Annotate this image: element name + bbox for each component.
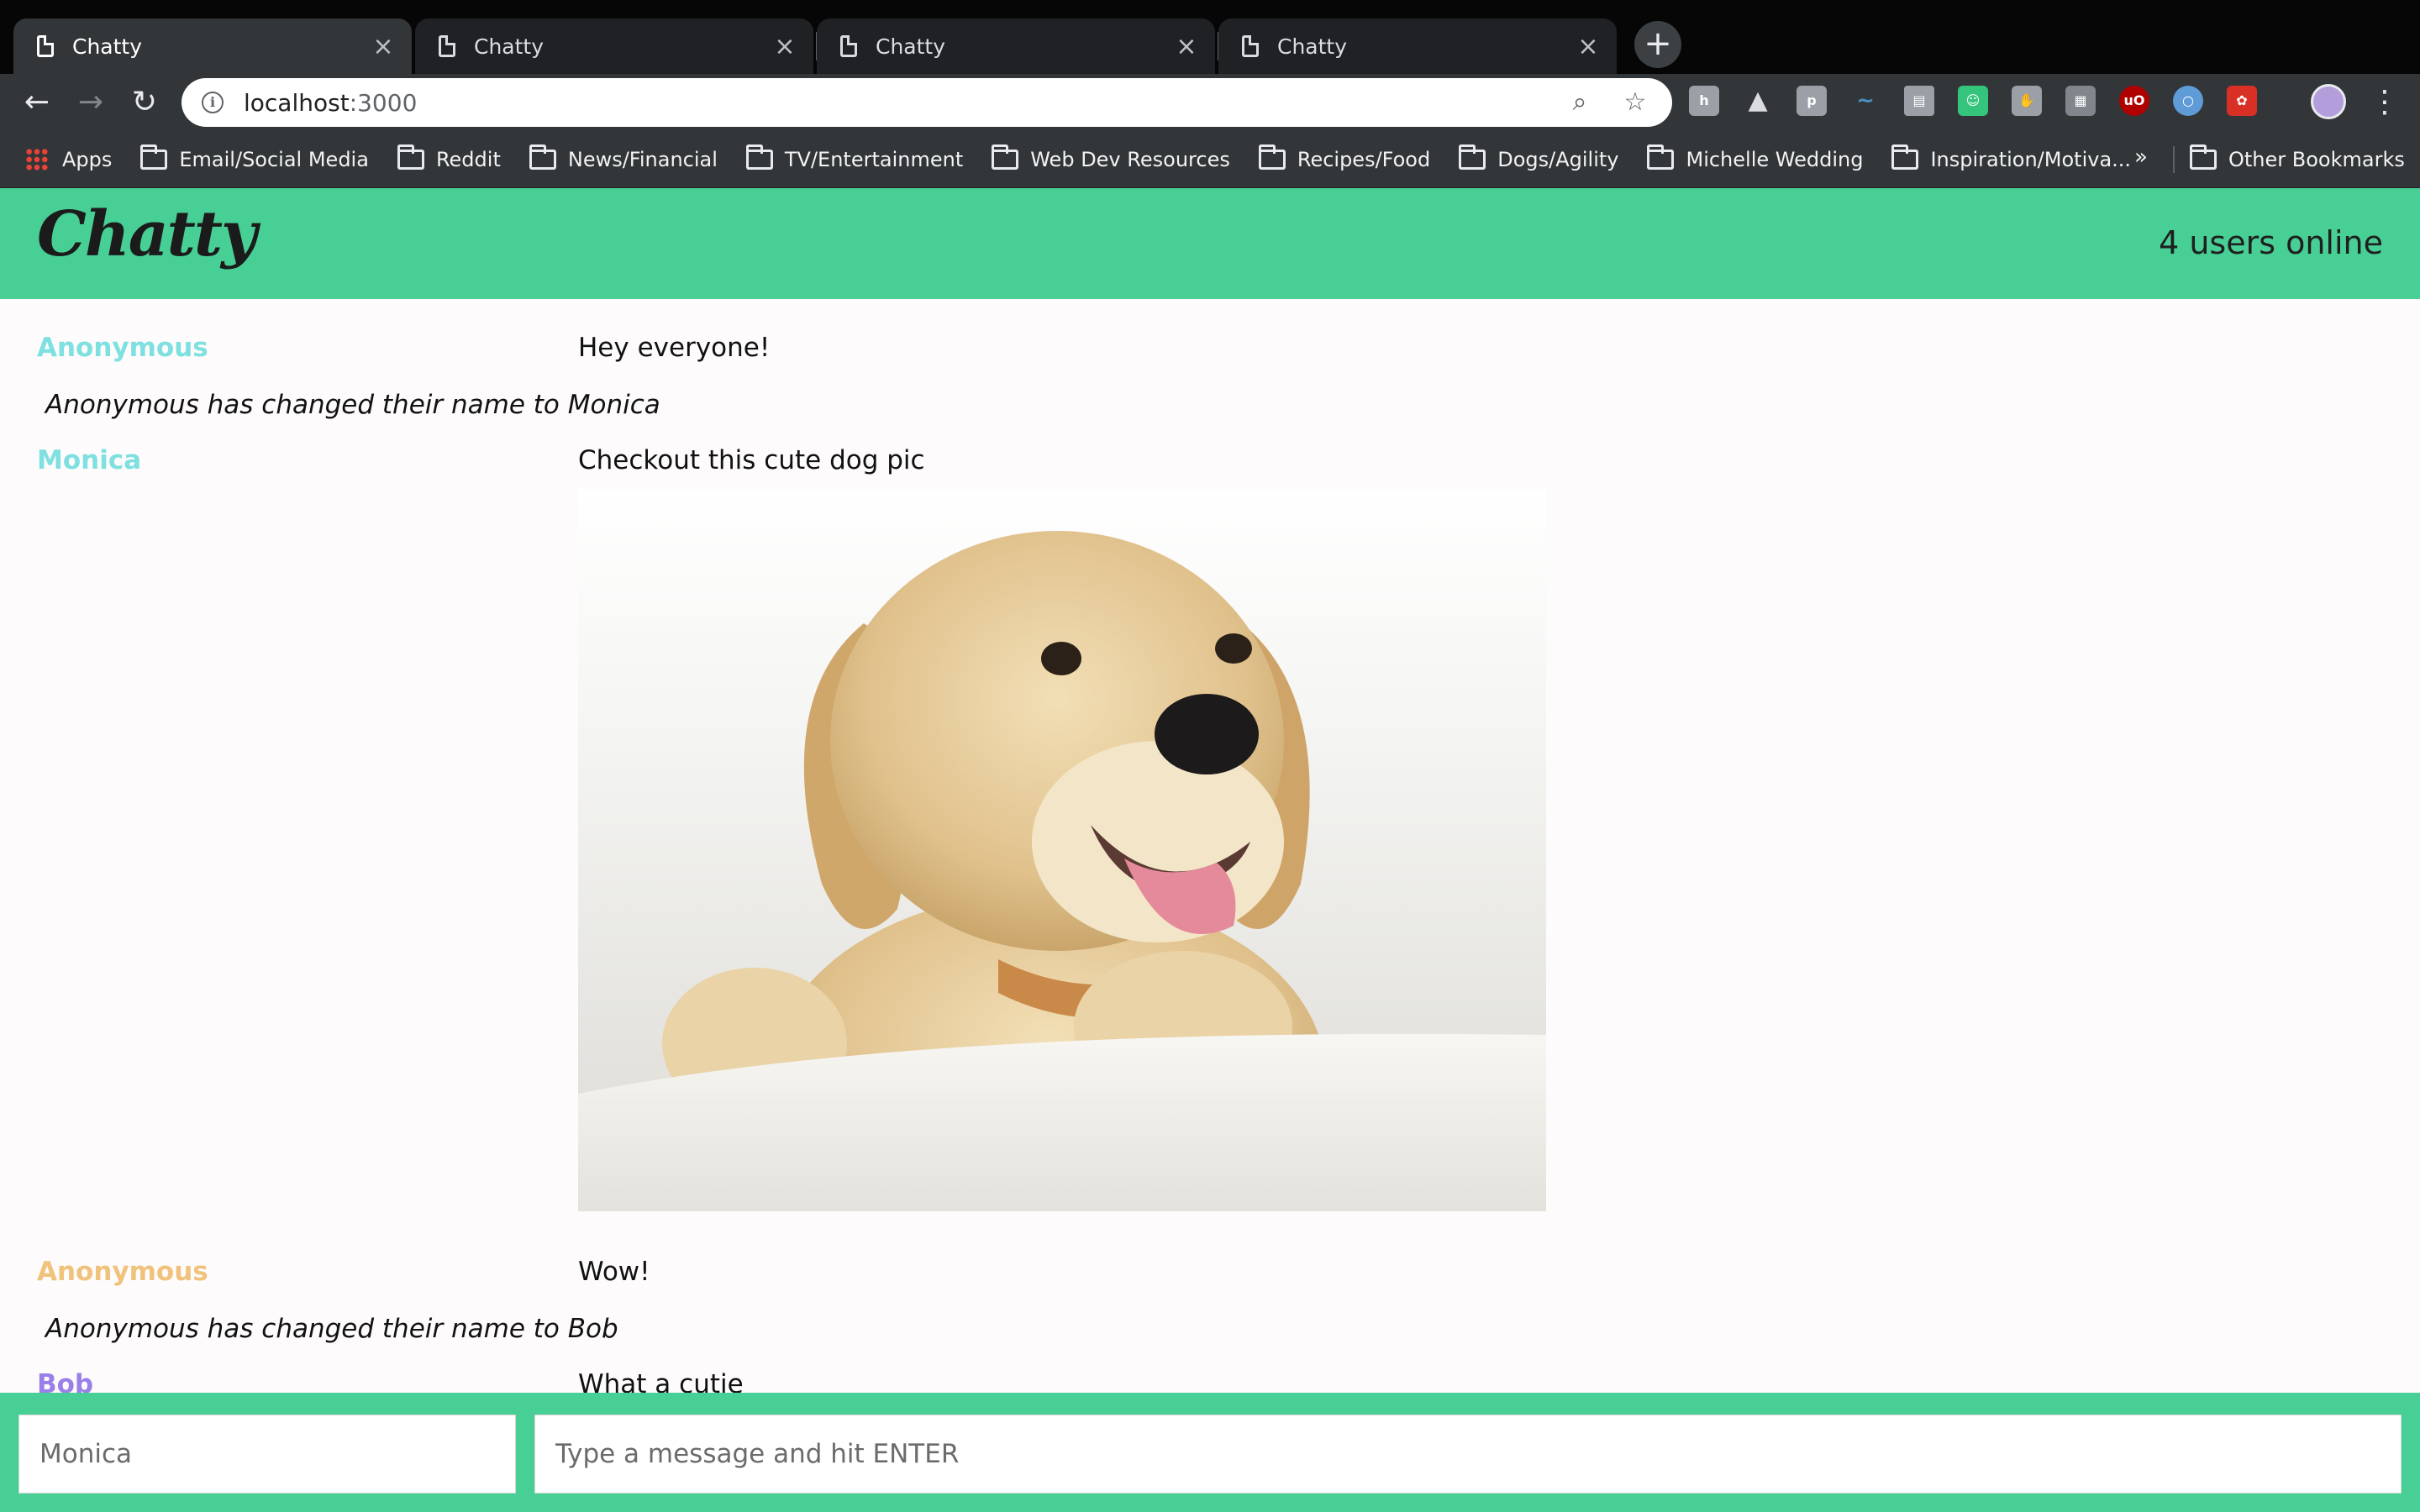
ublock-icon[interactable]: uO	[2119, 86, 2149, 116]
dog-photo-image	[578, 489, 1546, 1211]
page-icon	[1242, 35, 1259, 57]
bookmark-label: News/Financial	[567, 147, 718, 171]
tab-title: Chatty	[474, 34, 544, 59]
bookmark-folder[interactable]: Web Dev Resources	[992, 144, 1230, 171]
bookmark-apps[interactable]: Apps	[25, 147, 113, 171]
extension-hand-icon[interactable]: ✋	[2012, 86, 2042, 116]
bookmark-folder[interactable]: Dogs/Agility	[1459, 144, 1619, 171]
system-notification: Anonymous has changed their name to Bob	[45, 1314, 618, 1344]
close-tab-icon[interactable]: ×	[1571, 32, 1605, 61]
arrow-right-icon[interactable]: →	[69, 81, 113, 124]
extension-gray-icon[interactable]: ▦	[2065, 86, 2096, 116]
page-icon	[439, 35, 455, 57]
url-host: localhost	[244, 88, 350, 117]
more-bookmarks-chevron-icon[interactable]: »	[2134, 144, 2148, 170]
bookmark-folder[interactable]: Recipes/Food	[1258, 144, 1431, 171]
bookmark-folder[interactable]: TV/Entertainment	[745, 144, 964, 171]
extension-pdf-icon[interactable]: p	[1797, 86, 1827, 116]
bookmark-label: Recipes/Food	[1297, 147, 1431, 171]
folder-icon	[1258, 144, 1286, 170]
zoom-icon[interactable]: ⌕	[1563, 85, 1597, 120]
message-content: What a cutie	[578, 1369, 744, 1393]
arrow-left-icon[interactable]: ←	[15, 81, 59, 124]
bookmark-label: TV/Entertainment	[784, 147, 964, 171]
bookmark-other-folder[interactable]: Other Bookmarks	[2190, 131, 2405, 188]
bookmark-folder[interactable]: Email/Social Media	[140, 144, 369, 171]
extension-wave-icon[interactable]: ~	[1850, 86, 1881, 116]
bookmarks-separator	[2173, 146, 2175, 173]
drive-icon[interactable]: ▲	[1743, 86, 1773, 116]
profile-avatar[interactable]	[2311, 84, 2346, 119]
apps-grid-icon	[25, 147, 49, 171]
bookmark-label: Email/Social Media	[179, 147, 369, 171]
bookmark-label: Inspiration/Motiva...	[1930, 147, 2132, 171]
app-navbar: Chatty 4 users online	[0, 188, 2420, 299]
bookmark-label: Michelle Wedding	[1686, 147, 1864, 171]
address-bar[interactable]: i localhost :3000 ⌕ ☆	[182, 78, 1672, 127]
bookmarks-bar: Apps Email/Social Media Reddit News/Fina…	[0, 131, 2420, 188]
omnibox-actions: ⌕ ☆	[1563, 85, 1652, 120]
extension-circle-icon[interactable]: ○	[2173, 86, 2203, 116]
browser-tab-strip: Chatty × Chatty × Chatty × Chatty × +	[0, 0, 2420, 74]
page-icon	[37, 35, 54, 57]
bookmark-folder[interactable]: Inspiration/Motiva...	[1891, 144, 2132, 171]
url-port: :3000	[349, 88, 418, 117]
new-tab-plus-icon[interactable]: +	[1634, 21, 1681, 68]
bookmark-label: Web Dev Resources	[1030, 147, 1230, 171]
message-content: Wow!	[578, 1257, 650, 1287]
username-input[interactable]	[18, 1415, 516, 1494]
bookmark-label: Apps	[62, 147, 113, 171]
tab-title: Chatty	[1277, 34, 1348, 59]
folder-icon	[1891, 144, 1919, 170]
bookmark-label: Dogs/Agility	[1497, 147, 1619, 171]
message-list[interactable]: Anonymous Hey everyone! Anonymous has ch…	[0, 299, 2420, 1393]
users-online-count: 4 users online	[2159, 224, 2383, 261]
page-icon	[840, 35, 857, 57]
message-input[interactable]	[534, 1415, 2402, 1494]
tab-title: Chatty	[72, 34, 143, 59]
message-username: Bob	[37, 1369, 94, 1393]
folder-icon	[140, 144, 168, 170]
browser-tab-1[interactable]: Chatty ×	[13, 18, 412, 74]
browser-tab-2[interactable]: Chatty ×	[415, 18, 813, 74]
extensions-area: h ▲ p ~ ▤ ☺ ✋ ▦ uO ○ ✿	[1689, 86, 2257, 116]
chatty-logo[interactable]: Chatty	[37, 198, 257, 270]
system-notification: Anonymous has changed their name to Moni…	[45, 390, 660, 420]
folder-icon	[1459, 144, 1486, 170]
close-tab-icon[interactable]: ×	[1170, 32, 1203, 61]
folder-icon	[1647, 144, 1675, 170]
extension-h-icon[interactable]: h	[1689, 86, 1719, 116]
bookmark-label: Other Bookmarks	[2228, 148, 2405, 171]
bookmark-folder[interactable]: Reddit	[397, 144, 501, 171]
message-username: Anonymous	[37, 333, 208, 363]
bookmark-folder[interactable]: Michelle Wedding	[1647, 144, 1864, 171]
browser-tab-3[interactable]: Chatty ×	[817, 18, 1215, 74]
folder-icon	[2190, 144, 2217, 170]
folder-icon	[529, 144, 556, 170]
bookmark-label: Reddit	[435, 147, 501, 171]
bookmark-folder[interactable]: News/Financial	[529, 144, 718, 171]
star-icon[interactable]: ☆	[1618, 85, 1652, 120]
message-content: Checkout this cute dog pic	[578, 445, 925, 475]
kebab-menu-icon[interactable]: ⋮	[2370, 81, 2400, 124]
chat-compose-bar	[0, 1393, 2420, 1512]
extension-green-icon[interactable]: ☺	[1958, 86, 1988, 116]
extension-chat-icon[interactable]: ▤	[1904, 86, 1934, 116]
folder-icon	[397, 144, 424, 170]
folder-icon	[745, 144, 773, 170]
browser-tab-4[interactable]: Chatty ×	[1218, 18, 1617, 74]
close-tab-icon[interactable]: ×	[768, 32, 802, 61]
folder-icon	[992, 144, 1019, 170]
reload-icon[interactable]: ↻	[123, 81, 166, 124]
close-tab-icon[interactable]: ×	[366, 32, 400, 61]
message-username: Anonymous	[37, 1257, 208, 1287]
extension-red-icon[interactable]: ✿	[2227, 86, 2257, 116]
tab-title: Chatty	[876, 34, 946, 59]
browser-toolbar: ← → ↻ i localhost :3000 ⌕ ☆ h ▲ p ~ ▤ ☺ …	[0, 74, 2420, 131]
message-username: Monica	[37, 445, 142, 475]
message-content: Hey everyone!	[578, 333, 771, 363]
golden-retriever-puppy-illustration	[578, 531, 1546, 1211]
site-info-icon[interactable]: i	[202, 92, 224, 113]
